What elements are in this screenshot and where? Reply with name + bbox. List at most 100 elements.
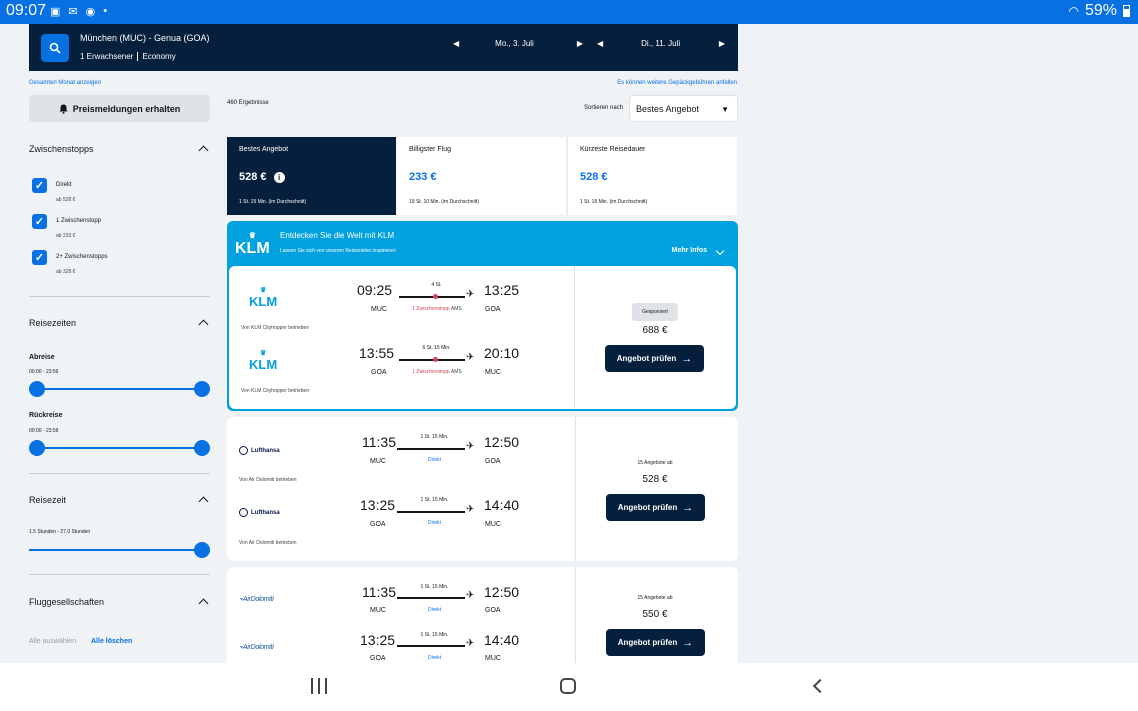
offers-count: 15 Angebote ab: [637, 460, 673, 466]
price-alert-label: Preismeldungen erhalten: [72, 103, 181, 114]
chevron-up-icon[interactable]: [198, 145, 209, 156]
tab-price: 233 €: [409, 171, 437, 183]
more-info-link[interactable]: Mehr Infos: [672, 247, 707, 254]
result-price: 688 €: [642, 325, 668, 336]
stop-option-one[interactable]: ✓: [32, 214, 47, 229]
plane-icon: ✈: [466, 504, 475, 515]
cta-label: Angebot prüfen: [617, 638, 678, 647]
check-offer-button[interactable]: Angebot prüfen →: [606, 629, 705, 656]
duration-slider-track[interactable]: [29, 549, 202, 551]
tab-duration: 1 St. 15 Min. (im Durchschnitt): [580, 199, 648, 205]
airline-logo-airdolomiti: ⌁AirDolomiti: [239, 596, 274, 603]
depart-date: Mo., 3. Juli: [495, 38, 534, 48]
arrive-time: 13:25: [484, 282, 520, 298]
home-icon[interactable]: [560, 678, 576, 694]
tab-price: 528 €: [580, 171, 608, 183]
notification-icons: ▣ ✉ ◉ •: [50, 5, 107, 18]
arrive-airport: GOA: [485, 607, 501, 614]
depart-time: 13:25: [360, 497, 396, 513]
clock: 09:07: [6, 2, 47, 19]
depart-time: 11:35: [362, 584, 396, 600]
check-icon[interactable]: ✓: [32, 178, 47, 193]
tab-best[interactable]: Bestes Angebot 528 € i 1 St. 15 Min. (im…: [227, 137, 396, 215]
prev-arrow-icon[interactable]: ◀: [453, 39, 459, 48]
gallery-icon: ▣: [50, 6, 61, 18]
tab-duration: 19 St. 10 Min. (im Durchschnitt): [409, 199, 480, 205]
tab-fastest[interactable]: Kürzeste Reisedauer 528 € 1 St. 15 Min. …: [567, 137, 737, 215]
arrive-time: 14:40: [484, 632, 520, 648]
return-time-range: 00:00 - 23:59: [29, 428, 59, 434]
next-arrow-icon[interactable]: ▶: [719, 39, 725, 48]
search-button[interactable]: [41, 34, 69, 62]
select-all-airlines[interactable]: Alle auswählen: [29, 638, 76, 645]
result-price: 550 €: [642, 609, 668, 620]
chevron-up-icon[interactable]: [198, 319, 209, 330]
flight-leg: 13:25 GOA 1 St. 15 Min. ✈ Direkt 14:40 M…: [349, 630, 519, 667]
search-summary-bar[interactable]: München (MUC) - Genua (GOA) 1 Erwachsene…: [29, 24, 738, 71]
sponsored-badge: Gesponsert: [632, 303, 678, 321]
stops-filter-title: Zwischenstopps: [29, 144, 94, 154]
price-alert-button[interactable]: Preismeldungen erhalten: [29, 95, 210, 122]
chevron-up-icon[interactable]: [198, 598, 209, 609]
stops-text: 1 Zwischenstopp AMS: [412, 306, 462, 312]
recent-apps-icon[interactable]: [311, 678, 327, 694]
check-icon[interactable]: ✓: [32, 250, 47, 265]
stop-dot: [433, 294, 438, 299]
arrive-time: 20:10: [484, 345, 520, 361]
prev-arrow-icon[interactable]: ◀: [597, 39, 603, 48]
arrive-airport: GOA: [485, 458, 501, 465]
airline-logo-lufthansa: Lufthansa: [239, 508, 280, 517]
passenger-info[interactable]: 1 Erwachsener Economy: [80, 52, 176, 61]
arrive-airport: GOA: [485, 306, 501, 313]
tab-cheapest[interactable]: Billigster Flug 233 € 19 St. 10 Min. (im…: [397, 137, 566, 215]
check-offer-button[interactable]: Angebot prüfen →: [606, 494, 705, 521]
offers-count: 15 Angebote ab: [637, 595, 673, 601]
depart-date-picker[interactable]: ◀ Mo., 3. Juli ▶: [453, 36, 583, 50]
result-card[interactable]: ♛ KLM Von KLM Cityhopper betrieben 09:25 …: [229, 266, 736, 409]
stop-option-label: 2+ Zwischenstopps: [56, 254, 108, 260]
crane-icon: [239, 508, 248, 517]
stop-option-direct[interactable]: ✓: [32, 178, 47, 193]
depart-slider-max-handle[interactable]: [194, 381, 210, 397]
plane-icon: ✈: [466, 638, 475, 649]
stops-text: 1 Zwischenstopp AMS: [412, 369, 462, 375]
app-icon: ◉: [85, 6, 96, 18]
system-nav-bar: [0, 663, 1138, 711]
klm-logo: ♛ KLM: [235, 231, 270, 258]
baggage-fees-link[interactable]: Es können weitere Gepäckgebühren anfalle…: [617, 80, 737, 86]
chevron-down-icon[interactable]: [715, 246, 725, 256]
check-offer-button[interactable]: Angebot prüfen →: [605, 345, 704, 372]
flight-leg: 13:55 GOA 6 St. 15 Min. ✈ 1 Zwischenstop…: [349, 343, 519, 383]
depart-slider-min-handle[interactable]: [29, 381, 45, 397]
arrow-right-icon: →: [682, 501, 694, 514]
leg-duration: 6 St. 15 Min.: [422, 345, 451, 351]
check-icon[interactable]: ✓: [32, 214, 47, 229]
tab-label: Billigster Flug: [409, 146, 452, 153]
return-slider-track[interactable]: [36, 447, 202, 449]
return-slider-min-handle[interactable]: [29, 440, 45, 456]
clear-all-airlines[interactable]: Alle löschen: [91, 638, 132, 645]
info-icon[interactable]: i: [273, 171, 285, 183]
leg-line: [397, 448, 465, 450]
airline-logo-airdolomiti: ⌁AirDolomiti: [239, 644, 274, 651]
duration-slider-handle[interactable]: [194, 542, 210, 558]
stop-option-two-plus[interactable]: ✓: [32, 250, 47, 265]
leg-duration: 1 St. 15 Min.: [420, 497, 449, 503]
leg-duration: 1 St. 15 Min.: [420, 584, 449, 590]
back-icon[interactable]: [812, 678, 828, 694]
result-card[interactable]: Lufthansa Von Air Dolomiti betrieben 11:…: [227, 417, 738, 561]
depart-slider-track[interactable]: [36, 388, 202, 390]
return-slider-max-handle[interactable]: [194, 440, 210, 456]
results-count: 460 Ergebnisse: [227, 100, 269, 106]
times-filter-title: Reisezeiten: [29, 318, 77, 328]
depart-airport: MUC: [371, 306, 387, 313]
month-view-link[interactable]: Gesamten Monat anzeigen: [29, 80, 101, 86]
return-date-picker[interactable]: ◀ Di., 11. Juli ▶: [597, 36, 725, 50]
sort-select[interactable]: Bestes Angebot ▼: [629, 95, 738, 122]
tab-label: Bestes Angebot: [239, 146, 289, 153]
next-arrow-icon[interactable]: ▶: [577, 39, 583, 48]
chevron-up-icon[interactable]: [198, 496, 209, 507]
leg-line: [397, 645, 465, 647]
return-date: Di., 11. Juli: [641, 38, 681, 48]
result-card[interactable]: ⌁AirDolomiti 11:35 MUC 1 St. 15 Min. ✈ D…: [227, 567, 738, 667]
